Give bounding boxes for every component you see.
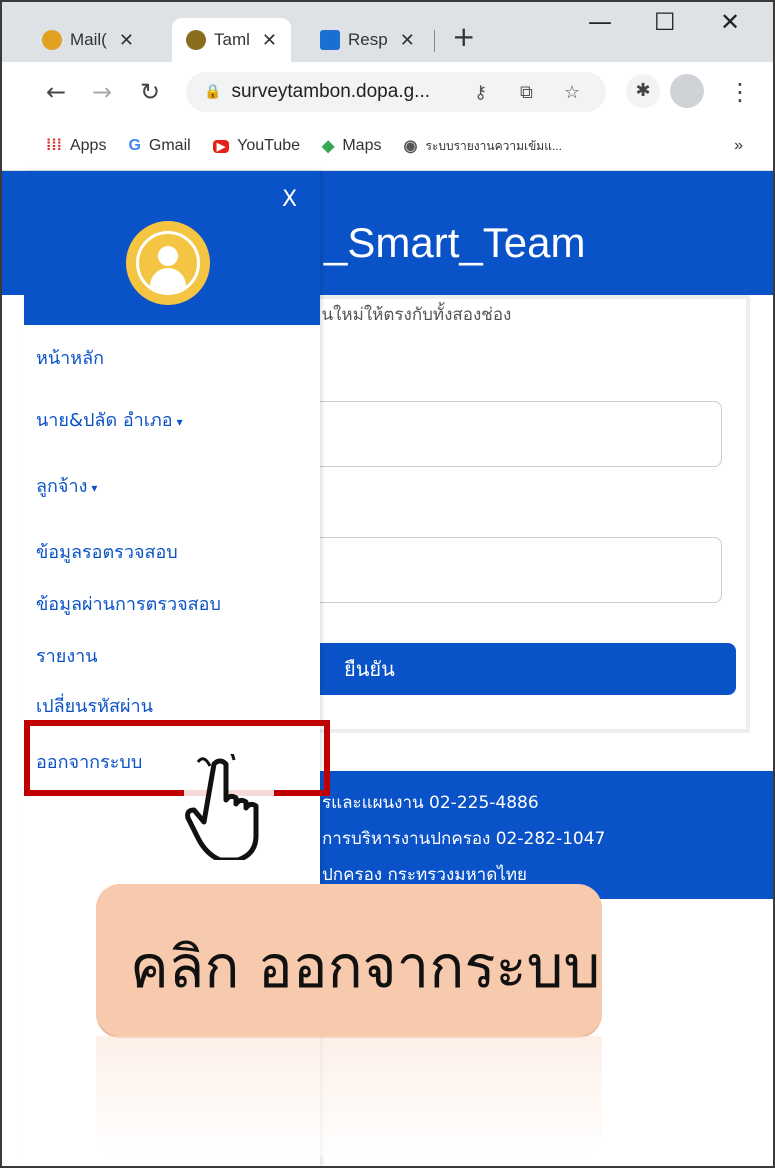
confirm-button[interactable]: ยืนยัน bbox=[302, 643, 736, 695]
profile-avatar[interactable] bbox=[670, 74, 704, 108]
confirm-password-field[interactable] bbox=[302, 537, 722, 603]
mail-icon bbox=[42, 30, 62, 50]
callout-text: คลิก ออกจากระบบ bbox=[130, 933, 601, 1001]
sidebar-close-button[interactable]: X bbox=[282, 187, 297, 212]
password-hint: ผ่านใหม่ให้ตรงกับทั้งสองช่อง bbox=[302, 305, 512, 325]
back-icon[interactable]: ← bbox=[46, 78, 66, 106]
star-icon[interactable]: ☆ bbox=[564, 82, 580, 103]
logout-highlight-box bbox=[24, 720, 330, 796]
close-icon[interactable]: ✕ bbox=[119, 30, 134, 51]
sidebar-item-reports[interactable]: รายงาน bbox=[36, 641, 98, 670]
sidebar-item-reviewed[interactable]: ข้อมูลผ่านการตรวจสอบ bbox=[36, 589, 221, 618]
bookmark-label: YouTube bbox=[237, 137, 301, 154]
minimize-icon[interactable]: — bbox=[588, 8, 612, 36]
bookmark-label: ระบบรายงานความเข้มแ... bbox=[425, 138, 562, 153]
window-close-icon[interactable]: ✕ bbox=[720, 8, 740, 36]
bookmark-gmail[interactable]: G Gmail bbox=[128, 137, 190, 155]
sidebar-item-change-password[interactable]: เปลี่ยนรหัสผ่าน bbox=[36, 691, 153, 720]
forward-icon[interactable]: → bbox=[92, 78, 112, 106]
site-title: _Smart_Team bbox=[324, 219, 586, 266]
menu-kebab-icon[interactable]: ⋮ bbox=[728, 78, 752, 106]
bookmark-maps[interactable]: ◆ Maps bbox=[322, 136, 381, 156]
apps-icon: ⁞⁞⁞ bbox=[46, 137, 62, 154]
response-icon bbox=[320, 30, 340, 50]
bookmark-label: Maps bbox=[342, 137, 382, 154]
tab-response[interactable]: Resp ✕ bbox=[320, 18, 415, 62]
browser-toolbar: ← → ↻ 🔒 surveytambon.dopa.g... ⚷ ⧉ ☆ ✱ ⋮ bbox=[2, 62, 773, 122]
site-footer: รและแผนงาน 02-225-4886 การบริหารงานปกครอ… bbox=[302, 771, 773, 899]
bookmarks-bar: ⁞⁞⁞ Apps G Gmail ▶ YouTube ◆ Maps ◉ ระบบ… bbox=[2, 122, 773, 171]
bookmark-label: Apps bbox=[69, 137, 107, 154]
instruction-callout: คลิก ออกจากระบบ bbox=[96, 884, 602, 1036]
extensions-icon[interactable]: ✱ bbox=[626, 74, 660, 108]
bookmark-youtube[interactable]: ▶ YouTube bbox=[212, 137, 301, 155]
key-icon[interactable]: ⚷ bbox=[474, 82, 487, 103]
bookmark-apps[interactable]: ⁞⁞⁞ Apps bbox=[46, 137, 106, 155]
footer-line: การบริหารงานปกครอง 02-282-1047 bbox=[322, 829, 606, 849]
sidebar-item-employees[interactable]: ลูกจ้าง ▾ bbox=[36, 471, 97, 500]
sidebar-item-home[interactable]: หน้าหลัก bbox=[36, 343, 104, 372]
callout-reflection bbox=[96, 1036, 602, 1156]
new-tab-icon[interactable]: + bbox=[452, 20, 475, 53]
maximize-icon[interactable]: ☐ bbox=[654, 8, 676, 36]
tab-mail[interactable]: Mail( ✕ bbox=[42, 18, 134, 62]
tab-label: Taml bbox=[214, 30, 250, 49]
pointing-hand-icon bbox=[184, 748, 274, 863]
bookmark-label: Gmail bbox=[148, 137, 191, 154]
translate-icon[interactable]: ⧉ bbox=[520, 82, 533, 103]
caret-down-icon: ▾ bbox=[91, 481, 98, 495]
tab-strip: Mail( ✕ Taml ✕ Resp ✕ + — ☐ ✕ bbox=[2, 2, 773, 62]
url-text: surveytambon.dopa.g... bbox=[231, 81, 431, 102]
footer-line: รและแผนงาน 02-225-4886 bbox=[322, 793, 539, 813]
tambon-icon bbox=[186, 30, 206, 50]
web-icon: ◉ bbox=[403, 138, 418, 155]
new-password-field[interactable] bbox=[302, 401, 722, 467]
tab-label: Mail( bbox=[70, 30, 107, 49]
close-icon[interactable]: ✕ bbox=[400, 30, 415, 51]
reload-icon[interactable]: ↻ bbox=[140, 78, 160, 106]
close-icon[interactable]: ✕ bbox=[262, 30, 277, 51]
sidebar-header: X bbox=[24, 171, 320, 325]
tab-tambon[interactable]: Taml ✕ bbox=[172, 18, 291, 62]
tab-separator bbox=[434, 30, 435, 52]
user-avatar-icon bbox=[126, 221, 210, 305]
gmail-icon: G bbox=[128, 137, 141, 154]
sidebar-item-pending-review[interactable]: ข้อมูลรอตรวจสอบ bbox=[36, 537, 178, 566]
bookmarks-more-icon[interactable]: » bbox=[734, 137, 743, 155]
lock-icon: 🔒 bbox=[204, 84, 222, 100]
youtube-icon: ▶ bbox=[212, 139, 230, 153]
sidebar-item-district-officers[interactable]: นาย&ปลัด อำเภอ ▾ bbox=[36, 405, 183, 434]
caret-down-icon: ▾ bbox=[176, 415, 183, 429]
browser-window: Mail( ✕ Taml ✕ Resp ✕ + — ☐ ✕ ← → ↻ 🔒 su… bbox=[0, 0, 775, 1168]
maps-icon: ◆ bbox=[322, 138, 335, 155]
tab-label: Resp bbox=[348, 30, 388, 49]
address-bar[interactable]: 🔒 surveytambon.dopa.g... ⚷ ⧉ ☆ bbox=[186, 72, 606, 112]
bookmark-report[interactable]: ◉ ระบบรายงานความเข้มแ... bbox=[403, 136, 561, 156]
